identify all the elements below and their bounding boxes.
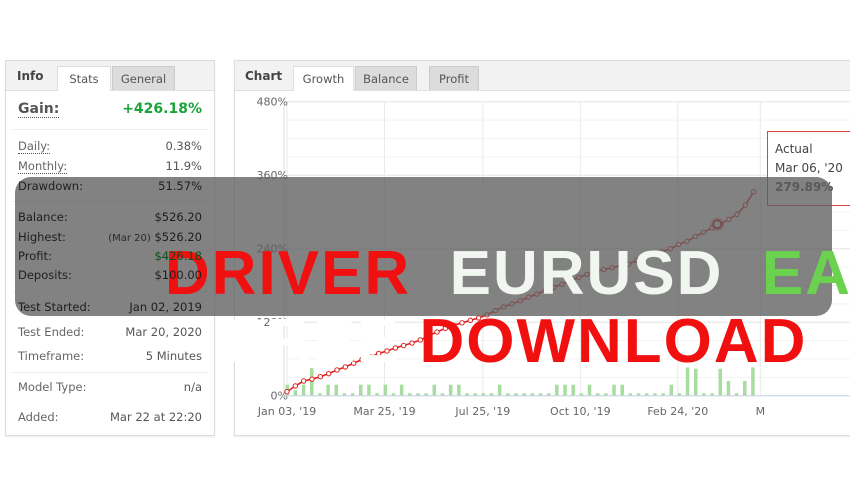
drawdown-value: 51.57% (158, 179, 202, 193)
banner-line-2: FREE DOWNLOAD (150, 249, 807, 435)
tooltip-title: Actual (775, 142, 813, 156)
test-started-row: Test Started: Jan 02, 2019 (18, 300, 202, 316)
test-started-label: Test Started: (18, 300, 91, 314)
banner-word-free: FREE (226, 307, 401, 376)
promo-banner: DRIVER EURUSD EA FREE DOWNLOAD (15, 177, 850, 373)
profit-row: Profit: $426.18 (18, 249, 202, 265)
test-started-value: Jan 02, 2019 (129, 300, 202, 314)
drawdown-label: Drawdown: (18, 179, 83, 193)
banner-word-download: DOWNLOAD (419, 307, 808, 376)
y-tick-label: 480% (257, 96, 288, 109)
balance-row: Balance: $526.20 (18, 210, 202, 226)
deposits-label: Deposits: (18, 268, 72, 282)
deposits-value: $100.00 (154, 268, 202, 282)
balance-value: $526.20 (154, 210, 202, 224)
tooltip-date: Mar 06, '20 (775, 161, 843, 175)
highest-label: Highest: (18, 230, 66, 244)
drawdown-row: Drawdown: 51.57% (18, 179, 202, 195)
balance-label: Balance: (18, 210, 68, 224)
profit-value: $426.18 (154, 249, 202, 263)
profit-label: Profit: (18, 249, 52, 263)
highest-row: Highest: (Mar 20) $526.20 (18, 230, 202, 246)
highest-value: $526.20 (154, 230, 202, 244)
highest-date: (Mar 20) (108, 233, 151, 244)
deposits-row: Deposits: $100.00 (18, 268, 202, 284)
